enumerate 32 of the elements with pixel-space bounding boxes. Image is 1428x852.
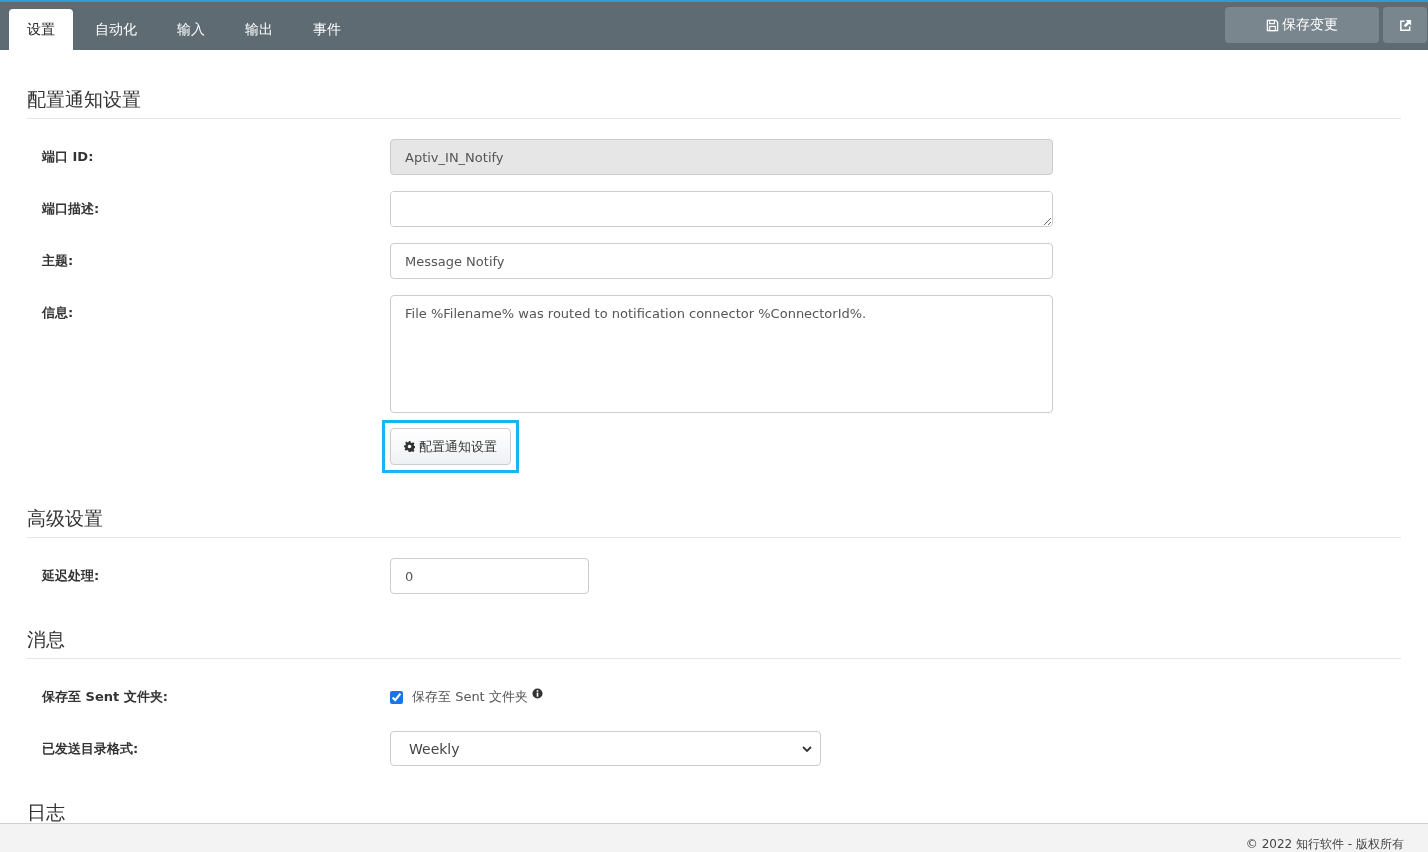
field-label: 端口描述: xyxy=(42,200,101,218)
text-field: Aptiv_IN_Notify xyxy=(390,139,1053,175)
section-heading: 配置通知设置 xyxy=(27,84,1401,119)
description-field[interactable] xyxy=(390,191,1053,227)
field-label: 延迟处理: xyxy=(42,567,101,585)
external-link-icon xyxy=(1398,18,1412,32)
external-link-button[interactable] xyxy=(1383,7,1427,43)
info-icon[interactable] xyxy=(531,687,543,699)
select-field[interactable]: Weekly xyxy=(390,731,821,766)
number-field[interactable]: 0 xyxy=(390,558,589,594)
chevron-icon xyxy=(802,745,812,752)
checkbox-label: 保存至 Sent 文件夹 xyxy=(412,688,528,706)
field-label: 信息: xyxy=(42,304,75,322)
checkbox[interactable] xyxy=(390,690,403,704)
field-label: 端口 ID: xyxy=(42,148,95,166)
configure-button[interactable]: 配置通知设置 xyxy=(390,428,511,465)
save-icon xyxy=(1266,18,1279,32)
message-field[interactable]: File %Filename% was routed to notification connector %ConnectorId%. xyxy=(390,295,1053,413)
text-field[interactable]: Message Notify xyxy=(390,243,1053,279)
tab[interactable]: 自动化 xyxy=(77,9,155,50)
tab[interactable]: 输入 xyxy=(159,9,223,50)
field-label: 已发送目录格式: xyxy=(42,740,140,758)
section-heading: 消息 xyxy=(27,624,1401,659)
copyright-text: © 2022 知行软件 - 版权所有 xyxy=(1245,836,1405,852)
gear-icon xyxy=(404,441,415,452)
section-heading: 高级设置 xyxy=(27,503,1401,538)
field-label: 保存至 Sent 文件夹: xyxy=(42,688,169,706)
tab[interactable]: 事件 xyxy=(295,9,359,50)
field-label: 主题: xyxy=(42,252,75,270)
save-button[interactable]: 保存变更 xyxy=(1225,7,1379,43)
tab[interactable]: 输出 xyxy=(227,9,291,50)
tab[interactable]: 设置 xyxy=(9,9,73,50)
